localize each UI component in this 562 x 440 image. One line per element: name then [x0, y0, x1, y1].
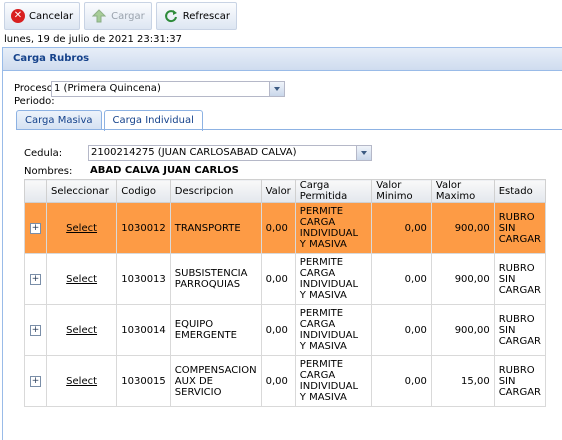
select-cell: Select — [45, 355, 118, 407]
valor-cell: 0,00 — [260, 202, 296, 254]
expand-plus-icon[interactable]: + — [29, 274, 41, 285]
descripcion-cell: EQUIPO EMERGENTE — [169, 304, 262, 356]
carga-permitida-cell: PERMITE CARGA INDIVIDUAL Y MASIVA — [294, 355, 373, 407]
tab-carga-masiva[interactable]: Carga Masiva — [16, 110, 102, 130]
refresh-label: Refrescar — [182, 10, 230, 22]
expand-cell[interactable]: + — [24, 355, 47, 407]
estado-cell: RUBRO SIN CARGAR — [493, 202, 547, 254]
cedula-value: 2100214275 (JUAN CARLOSABAD CALVA) — [91, 147, 297, 158]
chevron-down-icon[interactable] — [269, 82, 284, 96]
valor-minimo-cell: 0,00 — [371, 202, 432, 254]
datetime-text: lunes, 19 de julio de 2021 23:31:37 — [4, 34, 182, 45]
valor-minimo-cell: 0,00 — [371, 304, 432, 356]
codigo-cell: 1030015 — [116, 355, 171, 407]
select-link[interactable]: Select — [66, 325, 97, 336]
nombres-label: Nombres: — [24, 166, 73, 177]
valor-minimo-cell: 0,00 — [371, 253, 432, 305]
column-header-valor-maximo[interactable]: Valor Maximo — [430, 179, 495, 203]
descripcion-cell: COMPENSACION AUX DE SERVICIO — [169, 355, 262, 407]
column-header-valor[interactable]: Valor — [260, 179, 296, 203]
table-row[interactable]: + Select 1030014 EQUIPO EMERGENTE 0,00 P… — [24, 304, 547, 356]
expand-plus-icon[interactable]: + — [29, 376, 41, 387]
valor-maximo-cell: 900,00 — [430, 253, 495, 305]
carga-permitida-cell: PERMITE CARGA INDIVIDUAL Y MASIVA — [294, 304, 373, 356]
estado-cell: RUBRO SIN CARGAR — [493, 355, 547, 407]
codigo-cell: 1030014 — [116, 304, 171, 356]
proceso-label: Proceso: — [14, 83, 57, 94]
expand-cell[interactable]: + — [24, 253, 47, 305]
table-row[interactable]: + Select 1030013 SUBSISTENCIA PARROQUIAS… — [24, 253, 547, 305]
descripcion-cell: TRANSPORTE — [169, 202, 262, 254]
valor-maximo-cell: 900,00 — [430, 304, 495, 356]
expand-column-header — [24, 179, 47, 203]
select-link[interactable]: Select — [66, 274, 97, 285]
descripcion-cell: SUBSISTENCIA PARROQUIAS — [169, 253, 262, 305]
select-link[interactable]: Select — [66, 376, 97, 387]
expand-cell[interactable]: + — [24, 304, 47, 356]
column-header-estado[interactable]: Estado — [493, 179, 547, 203]
expand-cell[interactable]: + — [24, 202, 47, 254]
refresh-button[interactable]: Refrescar — [155, 2, 237, 30]
expand-plus-icon[interactable]: + — [29, 223, 41, 234]
select-cell: Select — [45, 202, 118, 254]
estado-cell: RUBRO SIN CARGAR — [493, 253, 547, 305]
valor-maximo-cell: 15,00 — [430, 355, 495, 407]
column-header-seleccionar[interactable]: Seleccionar — [45, 179, 118, 203]
upload-icon — [91, 8, 107, 24]
proceso-select[interactable]: 1 (Primera Quincena) — [51, 81, 285, 97]
rubros-grid: Seleccionar Codigo Descripcion Valor Car… — [24, 179, 547, 407]
chevron-down-icon[interactable] — [356, 146, 371, 160]
estado-cell: RUBRO SIN CARGAR — [493, 304, 547, 356]
valor-cell: 0,00 — [260, 355, 296, 407]
nombres-value: ABAD CALVA JUAN CARLOS — [90, 165, 239, 176]
load-button[interactable]: Cargar — [84, 2, 152, 30]
refresh-icon — [163, 8, 179, 24]
tab-strip: Carga Masiva Carga Individual — [16, 110, 203, 131]
valor-cell: 0,00 — [260, 253, 296, 305]
valor-maximo-cell: 900,00 — [430, 202, 495, 254]
tab-carga-individual[interactable]: Carga Individual — [103, 110, 203, 131]
select-cell: Select — [45, 304, 118, 356]
column-header-valor-minimo[interactable]: Valor Minimo — [371, 179, 432, 203]
table-row[interactable]: + Select 1030015 COMPENSACION AUX DE SER… — [24, 355, 547, 407]
select-link[interactable]: Select — [66, 223, 97, 234]
proceso-value: 1 (Primera Quincena) — [54, 83, 161, 94]
column-header-descripcion[interactable]: Descripcion — [169, 179, 262, 203]
carga-permitida-cell: PERMITE CARGA INDIVIDUAL Y MASIVA — [294, 202, 373, 254]
valor-cell: 0,00 — [260, 304, 296, 356]
valor-minimo-cell: 0,00 — [371, 355, 432, 407]
panel-title: Carga Rubros — [3, 48, 562, 71]
table-row[interactable]: + Select 1030012 TRANSPORTE 0,00 PERMITE… — [24, 202, 547, 254]
cancel-icon: ✕ — [11, 9, 25, 23]
column-header-carga-permitida[interactable]: Carga Permitida — [294, 179, 373, 203]
select-cell: Select — [45, 253, 118, 305]
codigo-cell: 1030012 — [116, 202, 171, 254]
cancel-button[interactable]: ✕ Cancelar — [4, 2, 81, 30]
expand-plus-icon[interactable]: + — [29, 325, 41, 336]
cedula-label: Cedula: — [24, 148, 63, 159]
cedula-select[interactable]: 2100214275 (JUAN CARLOSABAD CALVA) — [88, 145, 372, 161]
carga-permitida-cell: PERMITE CARGA INDIVIDUAL Y MASIVA — [294, 253, 373, 305]
grid-header-row: Seleccionar Codigo Descripcion Valor Car… — [24, 179, 547, 203]
periodo-label: Periodo: — [14, 96, 55, 107]
codigo-cell: 1030013 — [116, 253, 171, 305]
load-label: Cargar — [111, 10, 145, 22]
column-header-codigo[interactable]: Codigo — [116, 179, 171, 203]
cancel-label: Cancelar — [29, 10, 74, 22]
toolbar: ✕ Cancelar Cargar Refrescar — [0, 0, 237, 32]
